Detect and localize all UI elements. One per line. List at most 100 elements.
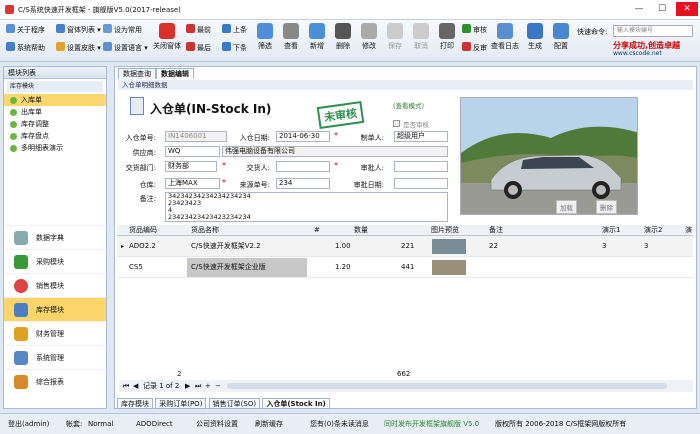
thumbnail-image[interactable] <box>432 260 466 275</box>
pager-prev-icon[interactable]: ◀ <box>133 380 138 392</box>
close-button[interactable]: ✕ <box>676 2 698 16</box>
cell-code[interactable]: ADO2.2 <box>127 236 156 257</box>
cell-name[interactable]: C/S快速开发框架V2.2 <box>189 236 261 257</box>
doc-tab-stock-in[interactable]: 入仓单(Stock In) <box>262 398 330 409</box>
sidebar-group[interactable]: 库存模块 <box>7 81 103 92</box>
supplier-name-field[interactable]: 伟强电脑设备有限公司 <box>222 146 448 157</box>
col-image[interactable]: 图片预览 <box>429 225 459 236</box>
release-notice[interactable]: 同时发布开发框架旗舰版 V5.0 <box>384 414 479 434</box>
col-code[interactable]: 货品编码 <box>127 225 157 236</box>
cell-price[interactable]: 1.20 <box>333 257 351 278</box>
approved-checkbox[interactable] <box>393 120 400 127</box>
refresh-cache-button[interactable]: 刷新缓存 <box>255 414 283 434</box>
company-settings-button[interactable]: 公司资料设置 <box>196 414 238 434</box>
remark-textarea[interactable]: 34234234234234234234 23423423 4 23423423… <box>165 192 448 222</box>
sidebar-item-multi-detail[interactable]: 多明细表演示 <box>4 142 106 154</box>
col-demo2[interactable]: 演示2 <box>642 225 662 236</box>
delete-button[interactable]: 删除 <box>330 23 356 51</box>
doc-tab-inventory[interactable]: 库存模块 <box>117 398 153 409</box>
next-record-button[interactable]: 下条 <box>222 42 247 55</box>
last-record-button[interactable]: 最后 <box>186 42 211 55</box>
source-field[interactable]: 234 <box>276 178 330 189</box>
horizontal-scrollbar[interactable] <box>227 383 667 389</box>
module-dictionary[interactable]: 数据字典 <box>4 225 106 249</box>
col-price[interactable]: # <box>312 225 320 236</box>
logout-button[interactable]: 登出(admin) <box>8 414 49 434</box>
dept-select[interactable]: 财务部 <box>165 161 217 172</box>
module-finance[interactable]: 财务管理 <box>4 321 106 345</box>
sidebar-item-stock-in[interactable]: 入库单 <box>4 94 106 106</box>
cell-qty[interactable]: 221 <box>399 236 414 257</box>
maker-field[interactable]: 超级用户 <box>394 131 448 142</box>
pager-first-icon[interactable]: ⏮ <box>123 380 129 392</box>
skin-button[interactable]: 设置皮肤 ▾ <box>56 42 101 55</box>
col-note[interactable]: 备注 <box>487 225 503 236</box>
cell-demo2[interactable]: 3 <box>642 236 648 257</box>
add-button[interactable]: 新增 <box>304 23 330 51</box>
cell-code[interactable]: CS5 <box>127 257 143 278</box>
message-status[interactable]: 您有(0)条未读消息 <box>310 414 369 434</box>
delete-photo-button[interactable]: 删除 <box>596 200 617 214</box>
col-name[interactable]: 货品名称 <box>189 225 219 236</box>
cell-qty[interactable]: 441 <box>399 257 414 278</box>
cell-note[interactable]: 22 <box>487 236 498 257</box>
minimize-button[interactable]: — <box>628 2 650 16</box>
unapprove-button[interactable]: 反审 <box>462 42 487 55</box>
doc-tab-po[interactable]: 采购订单(PO) <box>155 398 207 409</box>
col-demo1[interactable]: 演示1 <box>600 225 620 236</box>
set-common-button[interactable]: 设为常用 <box>103 24 142 37</box>
cell-name[interactable]: C/S快速开发框架企业版 <box>189 257 266 278</box>
cell-demo1[interactable]: 3 <box>600 236 606 257</box>
pager-add-icon[interactable]: + <box>205 380 211 392</box>
generate-button[interactable]: 生成 <box>522 23 548 51</box>
module-purchase[interactable]: 采购模块 <box>4 249 106 273</box>
save-button[interactable]: 保存 <box>382 23 408 51</box>
cell-price[interactable]: 1.00 <box>333 236 351 257</box>
deliverer-select[interactable] <box>276 161 330 172</box>
approve-date-field[interactable] <box>394 178 448 189</box>
module-system[interactable]: 系统管理 <box>4 345 106 369</box>
maximize-button[interactable]: ☐ <box>651 2 673 16</box>
first-record-button[interactable]: 最前 <box>186 24 211 37</box>
table-row[interactable]: CS5 C/S快速开发框架企业版 1.20 441 <box>117 257 693 278</box>
site-url[interactable]: www.cscode.net <box>613 50 662 57</box>
supplier-code-field[interactable]: WQ <box>165 146 220 157</box>
close-form-button[interactable]: 关闭窗体 <box>152 23 182 51</box>
thumbnail-image[interactable] <box>432 239 466 254</box>
help-button[interactable]: 系统帮助 <box>6 42 45 55</box>
print-button[interactable]: 打印 <box>434 23 460 51</box>
sidebar-item-count[interactable]: 库存盘点 <box>4 130 106 142</box>
doc-tab-so[interactable]: 销售订单(SO) <box>208 398 261 409</box>
pager-next-icon[interactable]: ▶ <box>185 380 190 392</box>
warehouse-select[interactable]: 上海MAX <box>165 178 220 189</box>
required-mark: * <box>334 131 338 140</box>
quick-command-input[interactable]: 输入模块编号 <box>613 25 693 37</box>
view-button[interactable]: 查看 <box>278 23 304 51</box>
date-field[interactable]: 2014-06-30 <box>276 131 330 142</box>
col-qty[interactable]: 数量 <box>352 225 368 236</box>
module-sales[interactable]: 销售模块 <box>4 273 106 297</box>
filter-button[interactable]: 筛选 <box>252 23 278 51</box>
about-button[interactable]: 关于程序 <box>6 24 45 37</box>
module-reports[interactable]: 综合报表 <box>4 369 106 393</box>
cancel-button[interactable]: 取消 <box>408 23 434 51</box>
config-button[interactable]: 配置 <box>548 23 574 51</box>
tab-query[interactable]: 数据查询 <box>118 68 156 79</box>
table-row[interactable]: ▸ ADO2.2 C/S快速开发框架V2.2 1.00 221 22 3 3 <box>117 236 693 257</box>
pager-delete-icon[interactable]: − <box>215 380 221 392</box>
approve-button[interactable]: 审核 <box>462 24 487 37</box>
doc-no-field[interactable]: IN1406001 <box>165 131 227 142</box>
approve-log-button[interactable]: 查看日志 <box>490 23 520 51</box>
approver-select[interactable] <box>394 161 448 172</box>
form-list-button[interactable]: 窗体列表 ▾ <box>56 24 101 37</box>
sidebar-item-stock-out[interactable]: 出库单 <box>4 106 106 118</box>
prev-record-button[interactable]: 上条 <box>222 24 247 37</box>
language-button[interactable]: 设置语言 ▾ <box>103 42 148 55</box>
edit-button[interactable]: 修改 <box>356 23 382 51</box>
load-photo-button[interactable]: 加载 <box>556 200 577 214</box>
tab-edit[interactable]: 数据编辑 <box>156 68 194 79</box>
pager-last-icon[interactable]: ⏭ <box>195 380 201 392</box>
col-demo3[interactable]: 演 <box>683 225 692 236</box>
module-inventory[interactable]: 库存模块 <box>4 297 106 321</box>
sidebar-item-adjust[interactable]: 库存调整 <box>4 118 106 130</box>
